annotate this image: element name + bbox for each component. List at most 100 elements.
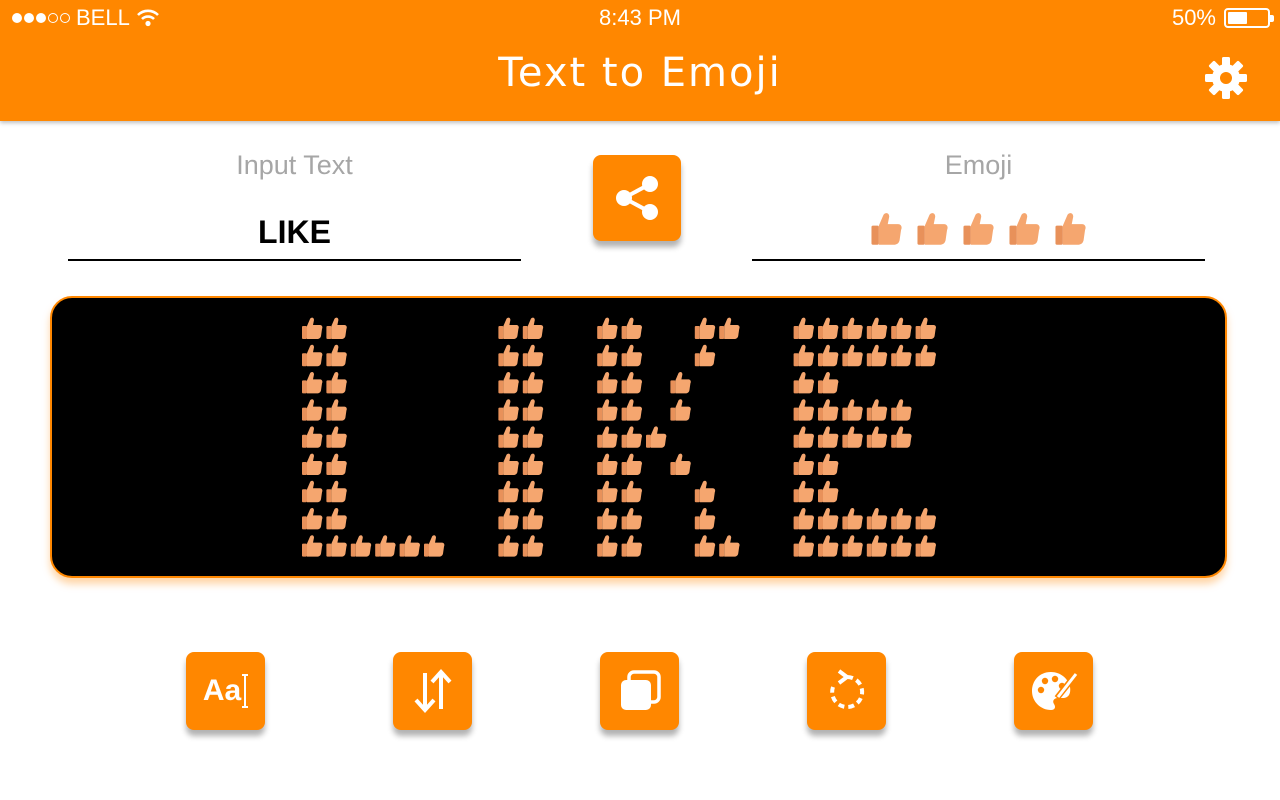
art-thumbs-up-icon xyxy=(522,480,544,503)
art-thumbs-up-icon xyxy=(719,317,740,339)
share-button[interactable] xyxy=(593,155,681,241)
swap-vertical-icon xyxy=(414,669,451,713)
art-thumbs-up-icon xyxy=(597,426,618,448)
art-thumbs-up-icon xyxy=(326,508,347,530)
thumbs-up-icon xyxy=(962,212,994,245)
art-thumbs-up-icon xyxy=(424,535,445,557)
art-thumbs-up-icon xyxy=(621,399,642,421)
thumbs-up-icon xyxy=(1054,212,1086,245)
art-thumbs-up-icon xyxy=(891,535,912,557)
art-thumbs-up-icon xyxy=(915,344,936,367)
art-thumbs-up-icon xyxy=(793,372,814,394)
art-thumbs-up-icon xyxy=(597,372,618,394)
art-thumbs-up-icon xyxy=(621,453,642,475)
art-thumbs-up-icon xyxy=(793,480,814,503)
share-icon xyxy=(616,176,658,220)
settings-button[interactable] xyxy=(1204,56,1248,100)
art-thumbs-up-icon xyxy=(818,317,839,339)
art-thumbs-up-icon xyxy=(522,317,544,339)
art-thumbs-up-icon xyxy=(818,426,839,448)
art-thumbs-up-icon xyxy=(891,399,912,421)
art-thumbs-up-icon xyxy=(842,317,863,339)
art-thumbs-up-icon xyxy=(866,535,888,557)
art-thumbs-up-icon xyxy=(793,535,814,557)
art-thumbs-up-icon xyxy=(375,535,396,557)
art-thumbs-up-icon xyxy=(793,508,814,530)
art-thumbs-up-icon xyxy=(621,344,642,367)
art-thumbs-up-icon xyxy=(621,426,642,448)
gear-icon xyxy=(1205,57,1247,99)
art-thumbs-up-icon xyxy=(915,317,936,339)
rotate-button[interactable] xyxy=(807,652,886,730)
art-thumbs-up-icon xyxy=(326,453,347,475)
art-thumbs-up-icon xyxy=(866,426,888,448)
art-thumbs-up-icon xyxy=(302,535,323,557)
art-thumbs-up-icon xyxy=(522,372,544,394)
art-thumbs-up-icon xyxy=(891,317,912,339)
art-thumbs-up-icon xyxy=(326,344,347,367)
art-thumbs-up-icon xyxy=(719,535,740,557)
art-thumbs-up-icon xyxy=(842,426,863,448)
art-thumbs-up-icon xyxy=(498,426,519,448)
art-thumbs-up-icon xyxy=(597,344,618,367)
art-thumbs-up-icon xyxy=(621,508,642,530)
art-thumbs-up-icon xyxy=(818,372,839,394)
art-thumbs-up-icon xyxy=(621,372,642,394)
emoji-art-canvas xyxy=(302,317,936,557)
font-button[interactable]: Aa xyxy=(186,652,265,730)
art-thumbs-up-icon xyxy=(891,508,912,530)
battery-icon xyxy=(1224,8,1274,28)
rotate-icon xyxy=(829,669,864,709)
text-input[interactable] xyxy=(68,205,521,261)
art-thumbs-up-icon xyxy=(522,535,544,557)
art-thumbs-up-icon xyxy=(842,344,863,367)
art-thumbs-up-icon xyxy=(399,535,420,557)
art-thumbs-up-icon xyxy=(498,399,519,421)
status-right: 50% xyxy=(1172,5,1274,31)
art-thumbs-up-icon xyxy=(891,426,912,448)
art-thumbs-up-icon xyxy=(302,317,323,339)
art-thumbs-up-icon xyxy=(326,480,347,503)
copy-button[interactable] xyxy=(600,652,679,730)
art-thumbs-up-icon xyxy=(302,426,323,448)
art-thumbs-up-icon xyxy=(621,535,642,557)
art-thumbs-up-icon xyxy=(670,453,691,475)
art-thumbs-up-icon xyxy=(326,426,347,448)
art-thumbs-up-icon xyxy=(646,426,667,448)
color-button[interactable] xyxy=(1014,652,1093,730)
thumbs-up-icon xyxy=(1008,212,1040,245)
emoji-picker-field[interactable] xyxy=(752,200,1205,261)
art-thumbs-up-icon xyxy=(326,399,347,421)
art-thumbs-up-icon xyxy=(597,453,618,475)
art-thumbs-up-icon xyxy=(818,535,839,557)
art-thumbs-up-icon xyxy=(694,480,716,503)
art-thumbs-up-icon xyxy=(891,344,912,367)
art-thumbs-up-icon xyxy=(326,317,347,339)
art-thumbs-up-icon xyxy=(793,317,814,339)
art-thumbs-up-icon xyxy=(522,344,544,367)
orientation-button[interactable] xyxy=(393,652,472,730)
art-thumbs-up-icon xyxy=(498,535,519,557)
top-bar: BELL 8:43 PM 50% Text to Emoji xyxy=(0,0,1280,121)
art-thumbs-up-icon xyxy=(498,344,519,367)
art-thumbs-up-icon xyxy=(597,508,618,530)
art-thumbs-up-icon xyxy=(793,426,814,448)
art-thumbs-up-icon xyxy=(793,399,814,421)
emoji-label: Emoji xyxy=(944,150,1013,180)
thumbs-up-icon xyxy=(870,212,902,245)
art-thumbs-up-icon xyxy=(597,317,618,339)
art-thumbs-up-icon xyxy=(670,399,691,421)
art-thumbs-up-icon xyxy=(326,535,347,557)
art-thumbs-up-icon xyxy=(818,344,839,367)
art-thumbs-up-icon xyxy=(498,372,519,394)
art-thumbs-up-icon xyxy=(694,508,716,530)
app-screen: BELL 8:43 PM 50% Text to Emoji Input Tex… xyxy=(0,0,1280,800)
art-thumbs-up-icon xyxy=(842,508,863,530)
art-thumbs-up-icon xyxy=(818,480,839,503)
art-thumbs-up-icon xyxy=(498,508,519,530)
art-thumbs-up-icon xyxy=(597,535,618,557)
font-icon: Aa xyxy=(202,674,242,707)
art-thumbs-up-icon xyxy=(694,535,716,557)
art-thumbs-up-icon xyxy=(302,399,323,421)
page-title: Text to Emoji xyxy=(498,50,782,96)
